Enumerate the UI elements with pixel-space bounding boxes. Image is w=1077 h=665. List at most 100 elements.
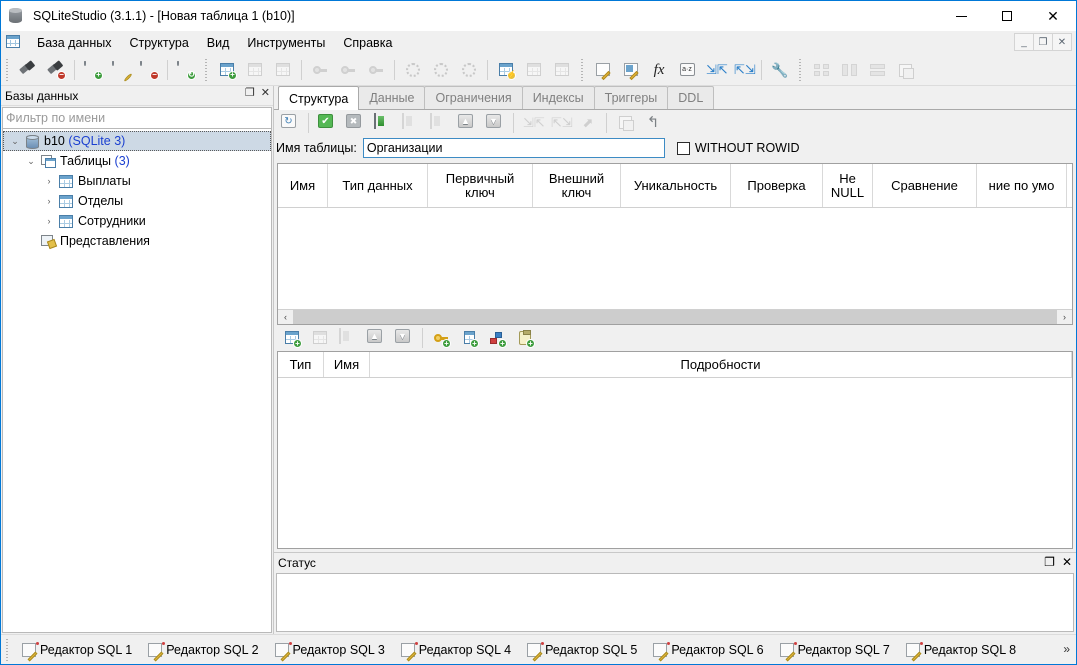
database-filter-input[interactable]: Фильтр по имени (2, 107, 272, 129)
without-rowid-checkbox[interactable] (676, 141, 690, 155)
column-header-check[interactable]: Проверка (731, 164, 823, 207)
minimize-button[interactable] (938, 1, 984, 31)
tile-windows-button[interactable] (807, 57, 835, 83)
settings-button[interactable]: 🔧 (766, 57, 794, 83)
refresh-structure-button[interactable]: ↻ (276, 110, 304, 136)
chevron-down-icon[interactable]: ⌄ (23, 156, 39, 167)
tab-ddl[interactable]: DDL (667, 86, 715, 109)
disconnect-database-button[interactable]: − (42, 57, 70, 83)
menu-item-view[interactable]: Вид (198, 33, 239, 53)
columns-table[interactable]: Имя Тип данных Первичный ключ Внешний кл… (277, 163, 1073, 325)
chevron-right-icon[interactable]: › (41, 196, 57, 206)
sql-editor-tab-7[interactable]: Редактор SQL 7 (772, 640, 898, 661)
menu-item-database[interactable]: База данных (28, 33, 120, 53)
add-foreign-key-button[interactable]: + (455, 325, 483, 351)
add-unique-button[interactable]: + (483, 325, 511, 351)
status-undock-icon[interactable]: ❐ (1044, 555, 1055, 569)
create-table-button[interactable]: + (213, 57, 241, 83)
add-column-button[interactable] (369, 110, 397, 136)
rollback-structure-button[interactable]: ✖ (341, 110, 369, 136)
details-header-type[interactable]: Тип (278, 352, 324, 377)
delete-constraint-button[interactable] (334, 325, 362, 351)
tree-item-sotrudniki[interactable]: › Сотрудники (3, 211, 271, 231)
import-button[interactable] (617, 57, 645, 83)
column-header-foreign-key[interactable]: Внешний ключ (533, 164, 621, 207)
column-header-primary-key[interactable]: Первичный ключ (428, 164, 533, 207)
move-constraint-up-button[interactable]: ▲ (362, 325, 390, 351)
maximize-button[interactable] (984, 1, 1030, 31)
hscroll-thumb[interactable] (293, 310, 1057, 324)
collapse-all-button[interactable]: ⇲⇱ (701, 57, 729, 83)
sql-editor-tab-4[interactable]: Редактор SQL 4 (393, 640, 519, 661)
sql-editor-tab-8[interactable]: Редактор SQL 8 (898, 640, 1024, 661)
add-index-button[interactable] (306, 57, 334, 83)
delete-table-button[interactable] (269, 57, 297, 83)
chevron-down-icon[interactable]: ⌄ (7, 136, 23, 147)
databases-close-icon[interactable]: ✕ (261, 88, 270, 99)
column-header-unique[interactable]: Уникальность (621, 164, 731, 207)
tree-item-vyplaty[interactable]: › Выплаты (3, 171, 271, 191)
expand-all-button[interactable]: ⇱⇲ (729, 57, 757, 83)
toolbar-grip[interactable] (4, 58, 11, 81)
commit-structure-button[interactable]: ✔ (313, 110, 341, 136)
column-header-collate[interactable]: Сравнение (873, 164, 977, 207)
columns-table-body[interactable] (278, 208, 1072, 309)
menu-item-tools[interactable]: Инструменты (238, 33, 334, 53)
copy-table-button[interactable] (611, 110, 639, 136)
tree-item-b10[interactable]: ⌄ b10 (SQLite 3) (3, 131, 271, 151)
edit-constraint-button[interactable] (306, 325, 334, 351)
chevron-right-icon[interactable]: › (41, 216, 57, 226)
mdi-minimize-button[interactable]: _ (1014, 33, 1034, 51)
toolbar-grip[interactable] (203, 58, 210, 81)
tab-indexes[interactable]: Индексы (521, 86, 595, 109)
collation-editor-button[interactable]: a·z (673, 57, 701, 83)
toolbar-grip[interactable] (797, 58, 804, 81)
details-table[interactable]: Тип Имя Подробности (277, 351, 1073, 549)
table-name-input[interactable] (362, 138, 665, 158)
cascade-windows-button[interactable] (891, 57, 919, 83)
sql-editor-tab-6[interactable]: Редактор SQL 6 (645, 640, 771, 661)
sql-editor-tab-2[interactable]: Редактор SQL 2 (140, 640, 266, 661)
status-log[interactable] (276, 573, 1074, 632)
move-column-up-button[interactable]: ▲ (453, 110, 481, 136)
mdi-close-button[interactable]: ✕ (1052, 33, 1072, 51)
details-header-details[interactable]: Подробности (370, 352, 1072, 377)
tree-item-views[interactable]: Представления (3, 231, 271, 251)
sql-editor-tab-1[interactable]: Редактор SQL 1 (14, 640, 140, 661)
delete-column-button[interactable] (425, 110, 453, 136)
edit-database-button[interactable] (107, 57, 135, 83)
connect-database-button[interactable] (14, 57, 42, 83)
close-button[interactable]: ✕ (1030, 1, 1076, 31)
tile-horizontal-button[interactable] (863, 57, 891, 83)
refresh-database-button[interactable]: ↻ (172, 57, 200, 83)
hscroll-track[interactable] (293, 310, 1057, 324)
tab-overflow-icon[interactable]: » (1063, 642, 1070, 656)
details-table-body[interactable] (278, 378, 1072, 548)
edit-trigger-button[interactable] (427, 57, 455, 83)
edit-view-button[interactable] (520, 57, 548, 83)
edit-column-button[interactable] (397, 110, 425, 136)
status-close-icon[interactable]: ✕ (1062, 555, 1072, 569)
delete-index-button[interactable] (362, 57, 390, 83)
mdi-restore-button[interactable]: ❐ (1033, 33, 1053, 51)
column-header-not-null[interactable]: Не NULL (823, 164, 873, 207)
database-tree[interactable]: ⌄ b10 (SQLite 3) ⌄ Таблицы (3) › Выплаты… (2, 129, 272, 633)
remove-database-button[interactable]: − (135, 57, 163, 83)
move-constraint-down-button[interactable]: ▼ (390, 325, 418, 351)
custom-function-editor-button[interactable]: fx (645, 57, 673, 83)
tab-constraints[interactable]: Ограничения (424, 86, 523, 109)
tab-triggers[interactable]: Триггеры (593, 86, 669, 109)
move-column-down-button[interactable]: ▼ (481, 110, 509, 136)
databases-undock-icon[interactable]: ❐ (245, 88, 255, 99)
column-header-name[interactable]: Имя (278, 164, 328, 207)
column-header-datatype[interactable]: Тип данных (328, 164, 428, 207)
export-table-button[interactable]: ⬈ (574, 110, 602, 136)
column-header-default-value[interactable]: ние по умо (977, 164, 1067, 207)
delete-view-button[interactable] (548, 57, 576, 83)
menu-item-help[interactable]: Справка (334, 33, 401, 53)
tab-structure[interactable]: Структура (278, 86, 360, 110)
add-check-button[interactable]: + (511, 325, 539, 351)
collapse-table-button[interactable]: ⇲⇱ (518, 110, 546, 136)
add-constraint-button[interactable]: + (278, 325, 306, 351)
columns-table-hscrollbar[interactable]: ‹ › (278, 309, 1072, 324)
